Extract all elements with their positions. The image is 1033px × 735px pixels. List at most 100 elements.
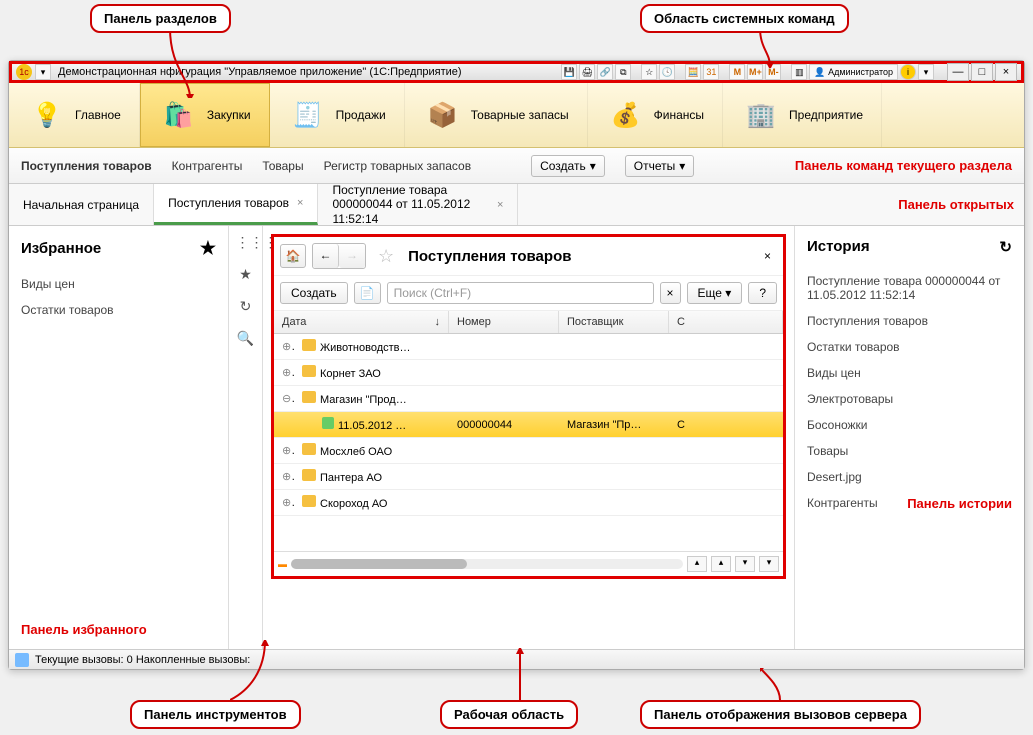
home-button[interactable]: 🏠	[280, 244, 306, 268]
star-outline-icon[interactable]: ☆	[378, 246, 394, 267]
history-item[interactable]: Поступление товара 000000044 от 11.05.20…	[807, 268, 1012, 308]
sections-panel: 💡Главное 🛍️Закупки 🧾Продажи 📦Товарные за…	[9, 83, 1024, 148]
tb-link-icon[interactable]: 🔗	[597, 64, 613, 80]
search-input[interactable]: Поиск (Ctrl+F)	[387, 282, 654, 304]
expand-icon[interactable]: ⊕	[282, 471, 294, 483]
tb-more-icon[interactable]: ▾	[918, 64, 934, 80]
sort-icon: ↓	[435, 316, 441, 328]
history-item[interactable]: Desert.jpg	[807, 464, 1012, 490]
star-icon[interactable]: ★	[200, 238, 216, 259]
scroll-thumb[interactable]	[291, 559, 467, 569]
history-item-label: Контрагенты	[807, 496, 878, 511]
section-sales[interactable]: 🧾Продажи	[270, 83, 405, 147]
history-item[interactable]: Виды цен	[807, 360, 1012, 386]
expand-icon[interactable]: ⊕	[282, 367, 294, 379]
section-finance[interactable]: 💰Финансы	[588, 83, 723, 147]
reports-dropdown[interactable]: Отчеты ▾	[625, 155, 695, 177]
table-row[interactable]: ⊕Пантера АО	[274, 464, 783, 490]
h-scrollbar[interactable]	[291, 559, 683, 569]
history-title-row: История ↻	[807, 238, 1012, 256]
scroll-up-button[interactable]: ▴	[711, 556, 731, 572]
history-item[interactable]: Электротовары	[807, 386, 1012, 412]
cmd-receipts[interactable]: Поступления товаров	[21, 159, 152, 173]
tb-history-icon[interactable]: 🕓	[659, 64, 675, 80]
favorite-item[interactable]: Виды цен	[21, 271, 216, 297]
table-row[interactable]: ⊕Скороход АО	[274, 490, 783, 516]
tb-panels-icon[interactable]: ▥	[791, 64, 807, 80]
clear-search-button[interactable]: ×	[660, 282, 681, 304]
expand-icon[interactable]: ⊕	[282, 445, 294, 457]
tb-mplus-button[interactable]: M+	[747, 64, 763, 80]
server-calls-icon[interactable]	[15, 653, 29, 667]
maximize-button[interactable]: □	[971, 63, 993, 81]
expand-icon[interactable]: ⊕	[282, 497, 294, 509]
scroll-bottom-button[interactable]: ▾	[759, 556, 779, 572]
history-icon[interactable]: ↻	[236, 298, 256, 318]
history-item[interactable]: Товары	[807, 438, 1012, 464]
back-button[interactable]: ←	[313, 244, 339, 268]
dropdown-icon[interactable]: ▾	[35, 64, 51, 80]
search-icon[interactable]: 🔍	[236, 330, 256, 350]
history-icon[interactable]: ↻	[999, 238, 1012, 256]
user-name: Администратор	[828, 67, 893, 77]
more-button[interactable]: Еще ▾	[687, 282, 743, 304]
tb-print-icon[interactable]: 🖨	[579, 64, 595, 80]
document-icon	[322, 417, 334, 429]
tb-info-icon[interactable]: i	[900, 64, 916, 80]
section-purchases[interactable]: 🛍️Закупки	[140, 83, 270, 147]
table-row[interactable]: 11.05.2012 … 000000044 Магазин "Пр… С	[274, 412, 783, 438]
collapse-icon[interactable]: ⊖	[282, 393, 294, 405]
cmd-goods[interactable]: Товары	[262, 159, 303, 173]
minimize-button[interactable]: —	[947, 63, 969, 81]
history-item[interactable]: Босоножки	[807, 412, 1012, 438]
expand-icon[interactable]: ⊕	[282, 341, 294, 353]
col-number[interactable]: Номер	[449, 311, 559, 333]
section-stock[interactable]: 📦Товарные запасы	[405, 83, 588, 147]
copy-button[interactable]: 📄	[354, 282, 381, 304]
table-row[interactable]: ⊕Корнет ЗАО	[274, 360, 783, 386]
app-window: 1c ▾ Демонстрационная нфигурация "Управл…	[8, 60, 1025, 670]
close-button[interactable]: ×	[995, 63, 1017, 81]
tab-receipt-doc[interactable]: Поступление товара 000000044 от 11.05.20…	[318, 184, 518, 225]
status-bar: Текущие вызовы: 0 Накопленные вызовы:	[9, 649, 1024, 669]
tb-calc-icon[interactable]: 🧮	[685, 64, 701, 80]
tb-compare-icon[interactable]: ⧉	[615, 64, 631, 80]
grid-icon[interactable]: ⋮⋮⋮	[236, 234, 256, 254]
tab-start-page[interactable]: Начальная страница	[9, 184, 154, 225]
grid-header: Дата↓ Номер Поставщик С	[274, 311, 783, 334]
table-row[interactable]: ⊕Мосхлеб ОАО	[274, 438, 783, 464]
history-item[interactable]: Остатки товаров	[807, 334, 1012, 360]
close-icon[interactable]: ×	[758, 249, 777, 263]
tb-save-icon[interactable]: 💾	[561, 64, 577, 80]
lamp-icon: 💡	[27, 95, 67, 135]
section-enterprise[interactable]: 🏢Предприятие	[723, 83, 882, 147]
scroll-top-button[interactable]: ▴	[687, 556, 707, 572]
close-icon[interactable]: ×	[497, 199, 503, 211]
history-item[interactable]: Поступления товаров	[807, 308, 1012, 334]
col-date[interactable]: Дата↓	[274, 311, 449, 333]
star-icon[interactable]: ★	[236, 266, 256, 286]
create-dropdown[interactable]: Создать ▾	[531, 155, 605, 177]
table-row[interactable]: ⊖Магазин "Прод…	[274, 386, 783, 412]
col-s[interactable]: С	[669, 311, 783, 333]
scroll-down-button[interactable]: ▾	[735, 556, 755, 572]
forward-button[interactable]: →	[339, 244, 365, 268]
col-supplier[interactable]: Поставщик	[559, 311, 669, 333]
cmd-contractors[interactable]: Контрагенты	[172, 159, 243, 173]
close-icon[interactable]: ×	[297, 197, 303, 209]
favorite-item[interactable]: Остатки товаров	[21, 297, 216, 323]
table-row[interactable]: ⊕Животноводств…	[274, 334, 783, 360]
tb-calendar-icon[interactable]: 31	[703, 64, 719, 80]
history-item[interactable]: Контрагенты Панель истории	[807, 490, 1012, 517]
help-button[interactable]: ?	[748, 282, 777, 304]
box-icon: 📦	[423, 95, 463, 135]
section-main[interactable]: 💡Главное	[9, 83, 140, 147]
section-label: Финансы	[654, 108, 704, 122]
cmd-stock-register[interactable]: Регистр товарных запасов	[324, 159, 471, 173]
user-button[interactable]: 👤 Администратор	[809, 64, 898, 80]
create-button[interactable]: Создать	[280, 282, 348, 304]
tb-favorite-icon[interactable]: ☆	[641, 64, 657, 80]
tab-receipts[interactable]: Поступления товаров×	[154, 184, 318, 225]
tb-m-button[interactable]: M	[729, 64, 745, 80]
tb-mminus-button[interactable]: M-	[765, 64, 781, 80]
